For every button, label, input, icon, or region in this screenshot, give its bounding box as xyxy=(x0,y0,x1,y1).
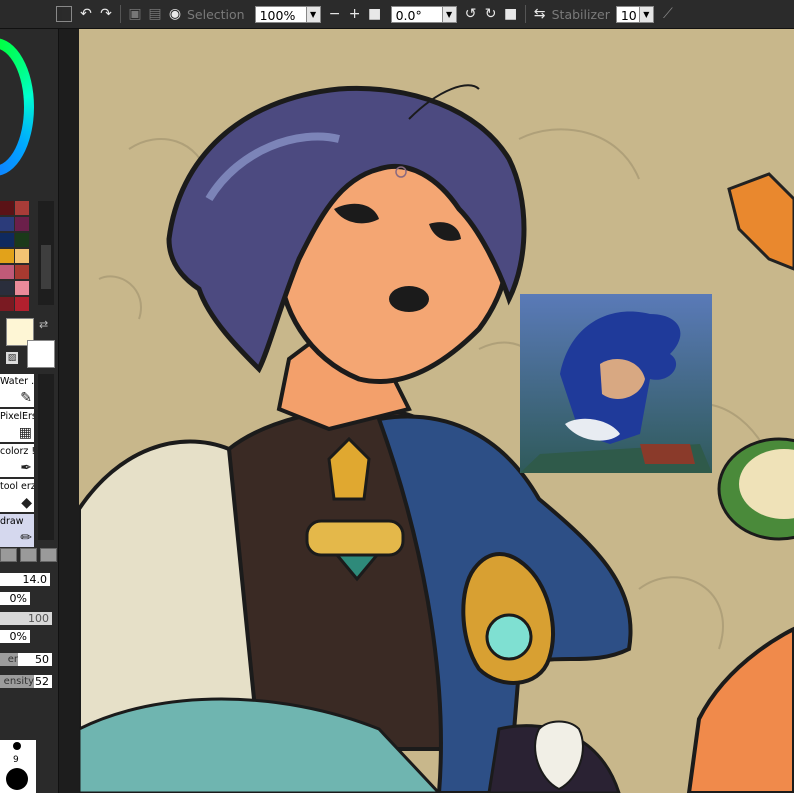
invert-selection-icon[interactable]: ▤ xyxy=(145,4,165,24)
min-size-field[interactable]: 0% xyxy=(0,592,30,605)
stroke-cut-icon[interactable]: ⟋ xyxy=(658,4,678,24)
palette-row xyxy=(0,201,30,217)
brush-shape-flat[interactable] xyxy=(20,548,37,562)
palette-row xyxy=(0,249,30,265)
palette-swatch[interactable] xyxy=(15,217,29,231)
palette-row xyxy=(0,233,30,249)
tool-label: colorz ! xyxy=(0,446,34,457)
toolbar-separator xyxy=(524,5,526,23)
brush-size-field[interactable]: 14.0 xyxy=(0,573,50,586)
pen-icon: ✒ xyxy=(20,460,32,476)
tool-label: draw xyxy=(0,516,24,527)
redo-icon[interactable]: ↷ xyxy=(96,4,116,24)
zoom-input[interactable]: 100% xyxy=(254,5,307,23)
blending-label: er xyxy=(0,653,18,666)
palette-swatch[interactable] xyxy=(15,265,29,279)
persistence-slider[interactable]: ensity 52 xyxy=(0,675,52,688)
top-toolbar: ↶ ↷ ▣ ▤ ◉ Selection 100% ▼ − + ■ 0.0° ▼ … xyxy=(0,0,794,29)
rotate-right-icon[interactable]: ↻ xyxy=(481,4,501,24)
panel-divider[interactable] xyxy=(58,0,79,793)
brush-icon: ✎ xyxy=(20,390,32,406)
tool-draw[interactable]: draw ✏ xyxy=(0,514,34,547)
selection-label: Selection xyxy=(187,6,245,22)
toolbar-separator xyxy=(120,5,121,23)
undo-icon[interactable]: ↶ xyxy=(76,4,96,24)
palette-row xyxy=(0,217,30,233)
background-color[interactable] xyxy=(27,340,55,368)
transparent-color-icon[interactable]: ▨ xyxy=(6,352,18,364)
tool-list-scrollbar[interactable] xyxy=(38,374,54,540)
brush-shape-round[interactable] xyxy=(0,548,17,562)
rotate-left-icon[interactable]: ↺ xyxy=(461,4,481,24)
palette-swatch[interactable] xyxy=(15,249,29,263)
zoom-in-icon[interactable]: + xyxy=(345,4,365,24)
select-all-icon[interactable]: ▣ xyxy=(125,4,145,24)
palette-row xyxy=(0,265,30,281)
pixel-eraser-icon: ▦ xyxy=(18,425,32,441)
flip-horizontal-icon[interactable]: ⇆ xyxy=(530,4,550,24)
palette-swatch[interactable] xyxy=(0,201,14,215)
persistence-value: 52 xyxy=(35,675,49,688)
swap-colors-icon[interactable]: ⇄ xyxy=(39,318,48,331)
selection-box-icon[interactable] xyxy=(56,6,72,22)
palette-swatch[interactable] xyxy=(0,297,14,311)
zoom-reset-icon[interactable]: ■ xyxy=(365,4,385,24)
density-slider[interactable]: 100 xyxy=(0,612,52,625)
color-palette xyxy=(0,201,30,313)
tool-label: tool erz xyxy=(0,481,34,492)
tool-label: Water ... xyxy=(0,376,34,387)
pencil-icon: ✏ xyxy=(20,530,32,546)
palette-swatch[interactable] xyxy=(0,281,14,295)
brush-size-preset-label: 9 xyxy=(13,755,19,765)
palette-scrollbar[interactable] xyxy=(38,201,54,305)
palette-swatch[interactable] xyxy=(15,281,29,295)
tool-colorz[interactable]: colorz ! ✒ xyxy=(0,444,34,477)
brush-size-preset-large[interactable] xyxy=(6,768,28,790)
drawing-canvas[interactable] xyxy=(79,29,794,793)
rotation-input[interactable]: 0.0° xyxy=(390,5,443,23)
stabilizer-label: Stabilizer xyxy=(551,6,610,22)
rotation-dropdown[interactable]: ▼ xyxy=(442,5,457,23)
density-value: 100 xyxy=(28,612,49,625)
brush-size-presets: 9 xyxy=(0,740,36,793)
tool-label: PixelErs xyxy=(0,411,34,422)
brush-shape-row xyxy=(0,548,58,562)
palette-swatch[interactable] xyxy=(0,217,14,231)
min-density-field[interactable]: 0% xyxy=(0,630,30,643)
stabilizer-input[interactable]: 10 xyxy=(615,5,640,23)
palette-row xyxy=(0,297,30,313)
palette-swatch[interactable] xyxy=(15,297,29,311)
zoom-out-icon[interactable]: − xyxy=(325,4,345,24)
palette-swatch[interactable] xyxy=(0,233,14,247)
tool-panel: ⇄ ▨ Water ... ✎ PixelErs ▦ colorz ! ✒ to… xyxy=(0,0,58,793)
palette-swatch[interactable] xyxy=(15,233,29,247)
stabilizer-dropdown[interactable]: ▼ xyxy=(639,5,654,23)
blending-value: 50 xyxy=(35,653,49,666)
tool-pixel-eraser[interactable]: PixelErs ▦ xyxy=(0,409,34,442)
brush-size-preset-small[interactable] xyxy=(13,742,21,750)
palette-swatch[interactable] xyxy=(0,249,14,263)
brush-shape-square[interactable] xyxy=(40,548,57,562)
palette-swatch[interactable] xyxy=(15,201,29,215)
tool-erz[interactable]: tool erz ◆ xyxy=(0,479,34,512)
palette-swatch[interactable] xyxy=(0,265,14,279)
tool-watercolor[interactable]: Water ... ✎ xyxy=(0,374,34,407)
selection-visibility-icon[interactable]: ◉ xyxy=(165,4,185,24)
palette-row xyxy=(0,281,30,297)
rotation-reset-icon[interactable]: ■ xyxy=(501,4,521,24)
reference-image[interactable] xyxy=(520,294,712,473)
zoom-dropdown[interactable]: ▼ xyxy=(306,5,321,23)
persistence-label: ensity xyxy=(0,675,34,688)
blending-slider[interactable]: er 50 xyxy=(0,653,52,666)
tool-list: Water ... ✎ PixelErs ▦ colorz ! ✒ tool e… xyxy=(0,374,34,549)
eraser-icon: ◆ xyxy=(21,495,32,511)
